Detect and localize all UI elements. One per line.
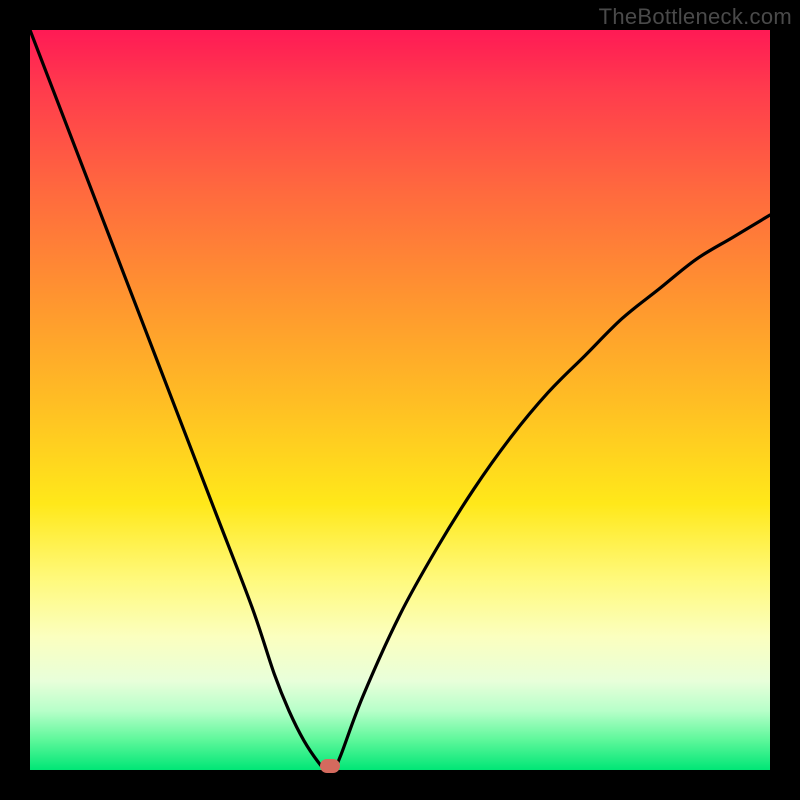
bottleneck-curve — [30, 30, 770, 770]
plot-area — [30, 30, 770, 770]
chart-container: TheBottleneck.com — [0, 0, 800, 800]
watermark-text: TheBottleneck.com — [599, 4, 792, 30]
curve-svg — [30, 30, 770, 770]
optimum-marker — [320, 759, 340, 773]
